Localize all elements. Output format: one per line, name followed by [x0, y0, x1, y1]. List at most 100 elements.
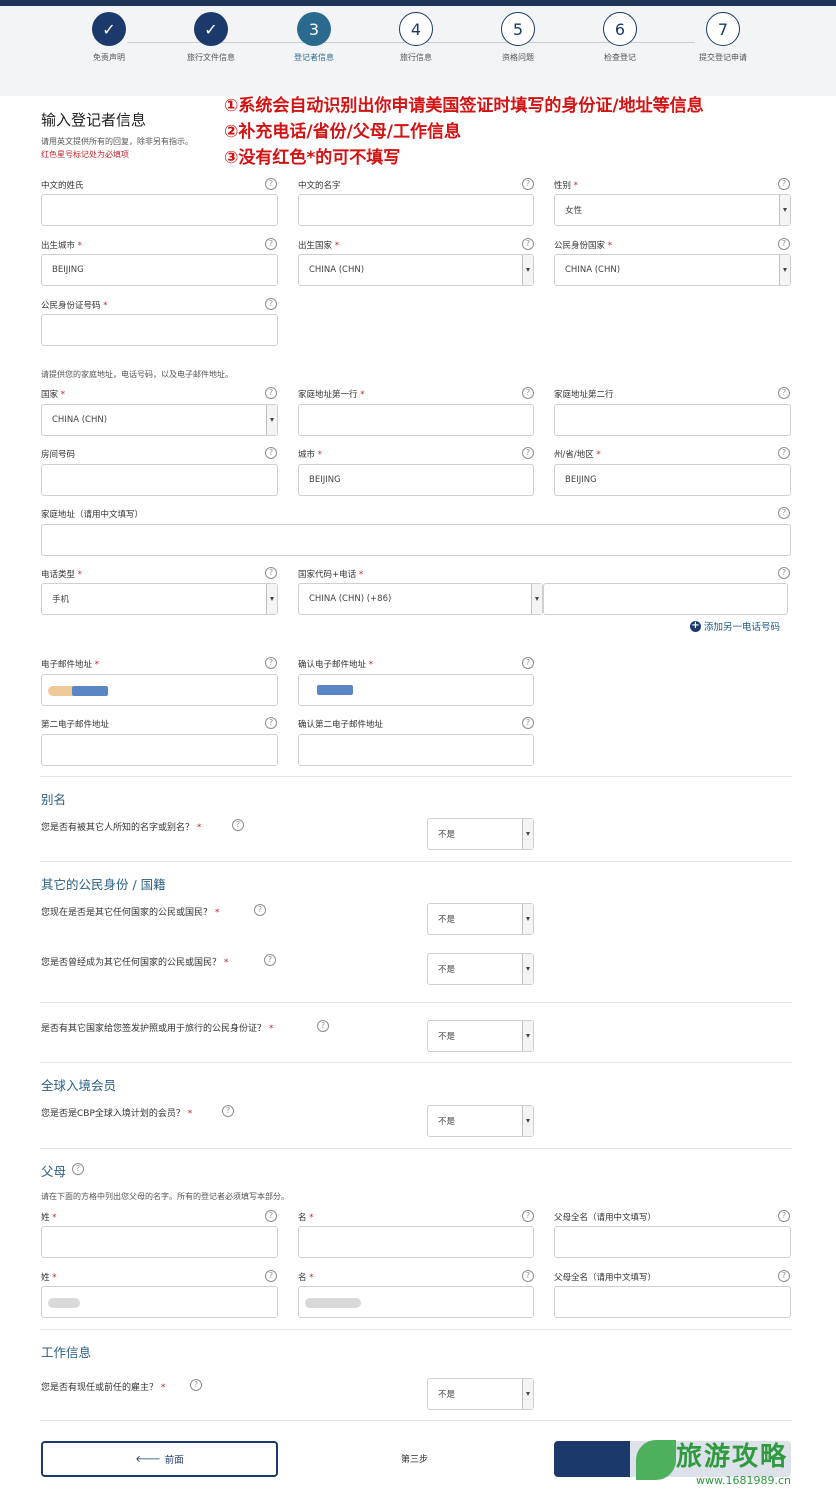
global-entry-select[interactable]: 不是	[427, 1105, 534, 1137]
divider	[40, 776, 792, 777]
citizenship-label: 公民身份国家 *	[554, 241, 612, 251]
room-input[interactable]	[41, 464, 278, 496]
addr2-input[interactable]	[554, 404, 791, 436]
help-icon[interactable]: ?	[522, 178, 534, 190]
help-icon[interactable]: ?	[317, 1020, 329, 1032]
help-icon[interactable]: ?	[778, 507, 790, 519]
room-label: 房间号码	[41, 450, 76, 460]
help-icon[interactable]: ?	[778, 238, 790, 250]
help-icon[interactable]: ?	[778, 567, 790, 579]
help-icon[interactable]: ?	[222, 1105, 234, 1117]
phone-code-value: CHINA (CHN) (+86)	[309, 594, 392, 604]
step-label: 旅行文件信息	[187, 53, 235, 62]
other-citizen-select-1[interactable]: 不是	[427, 903, 534, 935]
previous-button[interactable]: 🡐 前面	[41, 1441, 278, 1477]
help-icon[interactable]: ?	[265, 567, 277, 579]
parent2-surname-label: 姓 *	[41, 1273, 57, 1283]
help-icon[interactable]: ?	[265, 298, 277, 310]
work-select[interactable]: 不是	[427, 1378, 534, 1410]
chevron-down-icon	[522, 255, 533, 285]
parent1-fullname-input[interactable]	[554, 1226, 791, 1258]
email-confirm-input[interactable]	[298, 674, 534, 706]
divider	[40, 861, 792, 862]
help-icon[interactable]: ?	[778, 447, 790, 459]
national-id-input[interactable]	[41, 314, 278, 346]
phone-type-label: 电话类型 *	[41, 570, 82, 580]
help-icon[interactable]: ?	[522, 657, 534, 669]
help-icon[interactable]: ?	[522, 717, 534, 729]
help-icon[interactable]: ?	[265, 178, 277, 190]
watermark-text: 旅游攻略	[676, 1442, 789, 1472]
watermark-url: www.1681989.cn	[696, 1474, 791, 1487]
email2-input[interactable]	[41, 734, 278, 766]
parent2-given-input[interactable]	[298, 1286, 534, 1318]
step-6: 6 检查登记	[575, 12, 665, 63]
help-icon[interactable]: ?	[778, 178, 790, 190]
help-icon[interactable]: ?	[522, 238, 534, 250]
help-icon[interactable]: ?	[522, 1270, 534, 1282]
work-value: 不是	[438, 1390, 456, 1400]
help-icon[interactable]: ?	[778, 387, 790, 399]
help-icon[interactable]: ?	[254, 904, 266, 916]
parent2-surname-input[interactable]	[41, 1286, 278, 1318]
citizenship-select[interactable]: CHINA (CHN)	[554, 254, 791, 286]
step-1: ✓ 免责声明	[64, 12, 154, 63]
step-label: 登记者信息	[294, 53, 334, 62]
step-7: 7 提交登记申请	[678, 12, 768, 63]
country-select[interactable]: CHINA (CHN)	[41, 404, 278, 436]
parent1-surname-input[interactable]	[41, 1226, 278, 1258]
gender-select[interactable]: 女性	[554, 194, 791, 226]
other-citizen-select-3[interactable]: 不是	[427, 1020, 534, 1052]
help-icon[interactable]: ?	[72, 1163, 84, 1175]
parent2-fullname-input[interactable]	[554, 1286, 791, 1318]
help-icon[interactable]: ?	[265, 657, 277, 669]
cn-surname-input[interactable]	[41, 194, 278, 226]
help-icon[interactable]: ?	[522, 447, 534, 459]
help-icon[interactable]: ?	[265, 717, 277, 729]
help-icon[interactable]: ?	[778, 1210, 790, 1222]
parent2-given-label: 名 *	[298, 1273, 314, 1283]
other-citizen-value-3: 不是	[438, 1032, 456, 1042]
page-title: 输入登记者信息	[41, 111, 147, 129]
help-icon[interactable]: ?	[265, 1210, 277, 1222]
phone-code-select[interactable]: CHINA (CHN) (+86)	[298, 583, 543, 615]
email-input[interactable]	[41, 674, 278, 706]
global-entry-value: 不是	[438, 1117, 456, 1127]
parents-section-title: 父母	[41, 1164, 67, 1179]
addr1-input[interactable]	[298, 404, 534, 436]
global-entry-section-title: 全球入境会员	[41, 1078, 117, 1093]
phone-number-input[interactable]	[543, 583, 788, 615]
phone-type-select[interactable]: 手机	[41, 583, 278, 615]
help-icon[interactable]: ?	[265, 1270, 277, 1282]
help-icon[interactable]: ?	[778, 1270, 790, 1282]
watermark: 旅游攻略 www.1681989.cn	[630, 1430, 836, 1501]
email2-confirm-input[interactable]	[298, 734, 534, 766]
city-input[interactable]: BEIJING	[298, 464, 534, 496]
parent1-given-label: 名 *	[298, 1213, 314, 1223]
help-icon[interactable]: ?	[265, 447, 277, 459]
addr-cn-input[interactable]	[41, 524, 791, 556]
cn-given-input[interactable]	[298, 194, 534, 226]
birth-country-value: CHINA (CHN)	[309, 265, 365, 275]
help-icon[interactable]: ?	[265, 387, 277, 399]
add-phone-link[interactable]: + 添加另一电话号码	[690, 619, 780, 633]
alias-question: 您是否有被其它人所知的名字或别名？ *	[41, 823, 202, 833]
state-input[interactable]: BEIJING	[554, 464, 791, 496]
cn-given-label: 中文的名字	[298, 181, 341, 191]
birth-city-input[interactable]: BEIJING	[41, 254, 278, 286]
parent1-given-input[interactable]	[298, 1226, 534, 1258]
other-citizen-value-1: 不是	[438, 915, 456, 925]
help-icon[interactable]: ?	[264, 954, 276, 966]
help-icon[interactable]: ?	[232, 819, 244, 831]
birth-city-label: 出生城市 *	[41, 241, 82, 251]
chevron-down-icon	[266, 405, 277, 435]
other-citizen-select-2[interactable]: 不是	[427, 953, 534, 985]
alias-select[interactable]: 不是	[427, 818, 534, 850]
email2-label: 第二电子邮件地址	[41, 720, 110, 730]
help-icon[interactable]: ?	[190, 1379, 202, 1391]
help-icon[interactable]: ?	[522, 387, 534, 399]
help-icon[interactable]: ?	[265, 238, 277, 250]
cn-surname-label: 中文的姓氏	[41, 181, 84, 191]
birth-country-select[interactable]: CHINA (CHN)	[298, 254, 534, 286]
help-icon[interactable]: ?	[522, 1210, 534, 1222]
